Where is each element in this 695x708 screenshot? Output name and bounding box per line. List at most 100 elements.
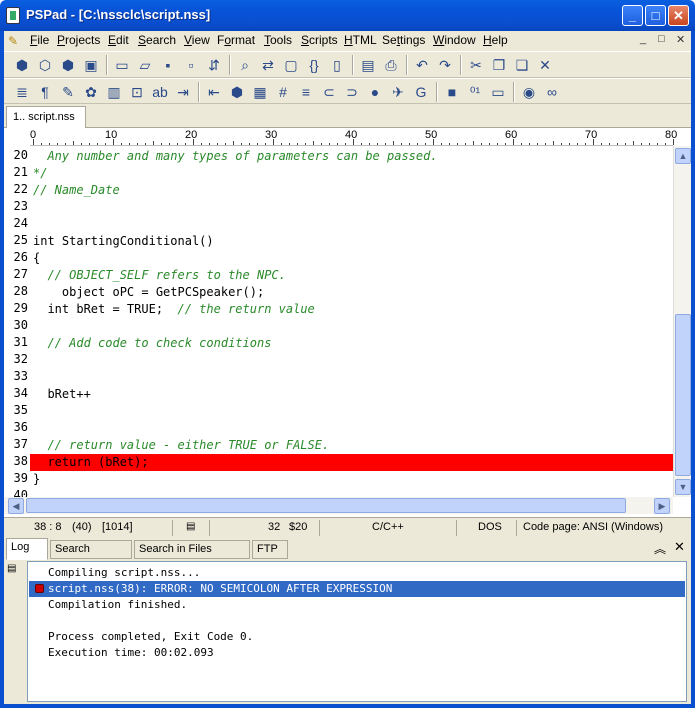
circle-icon[interactable]: ● bbox=[365, 82, 385, 102]
close-panel-icon[interactable]: ✕ bbox=[674, 539, 685, 555]
pencil-icon[interactable]: ✎ bbox=[8, 34, 22, 48]
log-icon[interactable]: ▣ bbox=[81, 55, 101, 75]
menu-projects[interactable]: Projects bbox=[57, 33, 100, 47]
copy-icon[interactable]: ❐ bbox=[489, 55, 509, 75]
log-output[interactable]: Compiling script.nss... script.nss(38): E… bbox=[27, 561, 687, 702]
scroll-up-icon[interactable]: ▲ bbox=[675, 148, 691, 164]
mdi-restore-button[interactable]: □ bbox=[658, 33, 665, 45]
tab-search-results[interactable]: Search Results bbox=[50, 540, 132, 572]
log-document-icon[interactable]: ▤ bbox=[7, 563, 19, 575]
color-grid-icon[interactable]: ▦ bbox=[250, 82, 270, 102]
status-bar: 38 : 8 (40) [1014] ▤ 32 $20 C/C++ DOS Co… bbox=[4, 517, 691, 537]
highlighter-name[interactable]: C/C++ bbox=[372, 521, 404, 533]
undo-icon[interactable]: ↶ bbox=[412, 55, 432, 75]
google-icon[interactable]: G bbox=[411, 82, 431, 102]
highlighter-icon[interactable]: ✎ bbox=[58, 82, 78, 102]
monitor-icon[interactable]: ▭ bbox=[488, 82, 508, 102]
vertical-scroll-thumb[interactable] bbox=[675, 314, 691, 476]
mdi-close-button[interactable]: ✕ bbox=[676, 33, 685, 46]
cut-icon[interactable]: ✂ bbox=[466, 55, 486, 75]
plane-icon[interactable]: ✈ bbox=[388, 82, 408, 102]
record-icon[interactable]: ◉ bbox=[519, 82, 539, 102]
palette-icon[interactable]: ✿ bbox=[81, 82, 101, 102]
binary-icon[interactable]: ⁰¹ bbox=[465, 82, 485, 102]
new-file-icon[interactable]: ▭ bbox=[112, 55, 132, 75]
log-line[interactable]: Compiling script.nss... bbox=[48, 565, 200, 581]
menu-tools[interactable]: Tools bbox=[264, 33, 292, 47]
menu-format[interactable]: Format bbox=[217, 33, 255, 47]
scroll-left-icon[interactable]: ◀ bbox=[8, 498, 24, 514]
hexagon-recent-icon[interactable]: ⬢ bbox=[58, 55, 78, 75]
indent-icon[interactable]: ⇤ bbox=[204, 82, 224, 102]
hash10-icon[interactable]: # bbox=[273, 82, 293, 102]
find-icon[interactable]: ⌕ bbox=[235, 55, 255, 75]
lines-icon[interactable]: ▤ bbox=[186, 521, 195, 532]
tab-search-in-files-results[interactable]: Search in Files Results bbox=[134, 540, 250, 572]
hexagon-gray-icon[interactable]: ⬢ bbox=[227, 82, 247, 102]
menu-html[interactable]: HTML bbox=[344, 33, 377, 47]
column-icon[interactable]: ▥ bbox=[104, 82, 124, 102]
mdi-minimize-button[interactable]: _ bbox=[640, 33, 646, 45]
open-folder-icon[interactable]: ▱ bbox=[135, 55, 155, 75]
wordwrap-icon[interactable]: ≣ bbox=[12, 82, 32, 102]
title-bar[interactable]: PSPad - [C:\nssclc\script.nss] _ □ ✕ bbox=[0, 0, 695, 31]
preview-icon[interactable]: ▢ bbox=[281, 55, 301, 75]
close-button[interactable]: ✕ bbox=[668, 5, 689, 26]
tree-icon[interactable]: ⇵ bbox=[204, 55, 224, 75]
line-number: 22 bbox=[13, 182, 28, 196]
menu-scripts[interactable]: Scripts bbox=[301, 33, 338, 47]
menu-search[interactable]: Search bbox=[138, 33, 176, 47]
menu-help[interactable]: Help bbox=[483, 33, 508, 47]
save-all-icon[interactable]: ▫ bbox=[181, 55, 201, 75]
menu-settings[interactable]: Settings bbox=[382, 33, 425, 47]
collapse-panel-icon[interactable]: ︽ bbox=[654, 540, 666, 557]
html-txt-icon[interactable]: ≡ bbox=[296, 82, 316, 102]
scroll-right-icon[interactable]: ▶ bbox=[654, 498, 670, 514]
vertical-scrollbar[interactable]: ▲ ▼ bbox=[673, 146, 691, 497]
tab-script-nss[interactable]: 1.. script.nss bbox=[6, 106, 86, 128]
menu-edit[interactable]: Edit bbox=[108, 33, 129, 47]
log-line[interactable]: Execution time: 00:02.093 bbox=[48, 645, 214, 661]
hexagon-open-icon[interactable]: ⬡ bbox=[35, 55, 55, 75]
app-icon[interactable] bbox=[6, 7, 20, 24]
print-preview-icon[interactable]: ▤ bbox=[358, 55, 378, 75]
print-icon[interactable]: ⎙ bbox=[381, 55, 401, 75]
block-icon[interactable]: ■ bbox=[442, 82, 462, 102]
menu-window[interactable]: Window bbox=[433, 33, 476, 47]
paste-icon[interactable]: ❏ bbox=[512, 55, 532, 75]
delete-icon[interactable]: ✕ bbox=[535, 55, 555, 75]
bookmarks-icon[interactable]: ▯ bbox=[327, 55, 347, 75]
minimize-button[interactable]: _ bbox=[622, 5, 643, 26]
code-page[interactable]: Code page: ANSI (Windows) bbox=[523, 521, 663, 533]
pilcrow-icon[interactable]: ¶ bbox=[35, 82, 55, 102]
spell-icon[interactable]: ab bbox=[150, 82, 170, 102]
braces-icon[interactable]: {} bbox=[304, 55, 324, 75]
log-line[interactable]: script.nss(38): ERROR: NO SEMICOLON AFTE… bbox=[48, 581, 392, 597]
redo-icon[interactable]: ↷ bbox=[435, 55, 455, 75]
tag2-icon[interactable]: ⊃ bbox=[342, 82, 362, 102]
scroll-down-icon[interactable]: ▼ bbox=[675, 479, 691, 495]
glasses-icon[interactable]: ∞ bbox=[542, 82, 562, 102]
hexagon-icon[interactable]: ⬢ bbox=[12, 55, 32, 75]
log-line[interactable]: Process completed, Exit Code 0. bbox=[48, 629, 253, 645]
save-icon[interactable]: ▪ bbox=[158, 55, 178, 75]
horizontal-scrollbar[interactable]: ◀ ▶ bbox=[4, 497, 673, 514]
menu-file[interactable]: File bbox=[30, 33, 49, 47]
code-text: { bbox=[33, 251, 41, 265]
tab-log[interactable]: Log bbox=[6, 538, 48, 560]
menu-view[interactable]: View bbox=[184, 33, 210, 47]
tab-ftp[interactable]: FTP bbox=[252, 540, 288, 559]
lock-icon[interactable]: ⊡ bbox=[127, 82, 147, 102]
line-ending[interactable]: DOS bbox=[478, 521, 502, 533]
toolbar-separator bbox=[106, 55, 108, 75]
code-editor[interactable]: Any number and many types of parameters … bbox=[30, 146, 673, 497]
ruler-tick bbox=[161, 143, 162, 145]
tag-icon[interactable]: ⊂ bbox=[319, 82, 339, 102]
log-line[interactable]: Compilation finished. bbox=[48, 597, 187, 613]
bookmark-jump-icon[interactable]: ⇥ bbox=[173, 82, 193, 102]
horizontal-scroll-thumb[interactable] bbox=[26, 498, 626, 513]
replace-icon[interactable]: ⇄ bbox=[258, 55, 278, 75]
line-number: 21 bbox=[13, 165, 28, 179]
ruler-tick bbox=[601, 143, 602, 145]
maximize-button[interactable]: □ bbox=[645, 5, 666, 26]
